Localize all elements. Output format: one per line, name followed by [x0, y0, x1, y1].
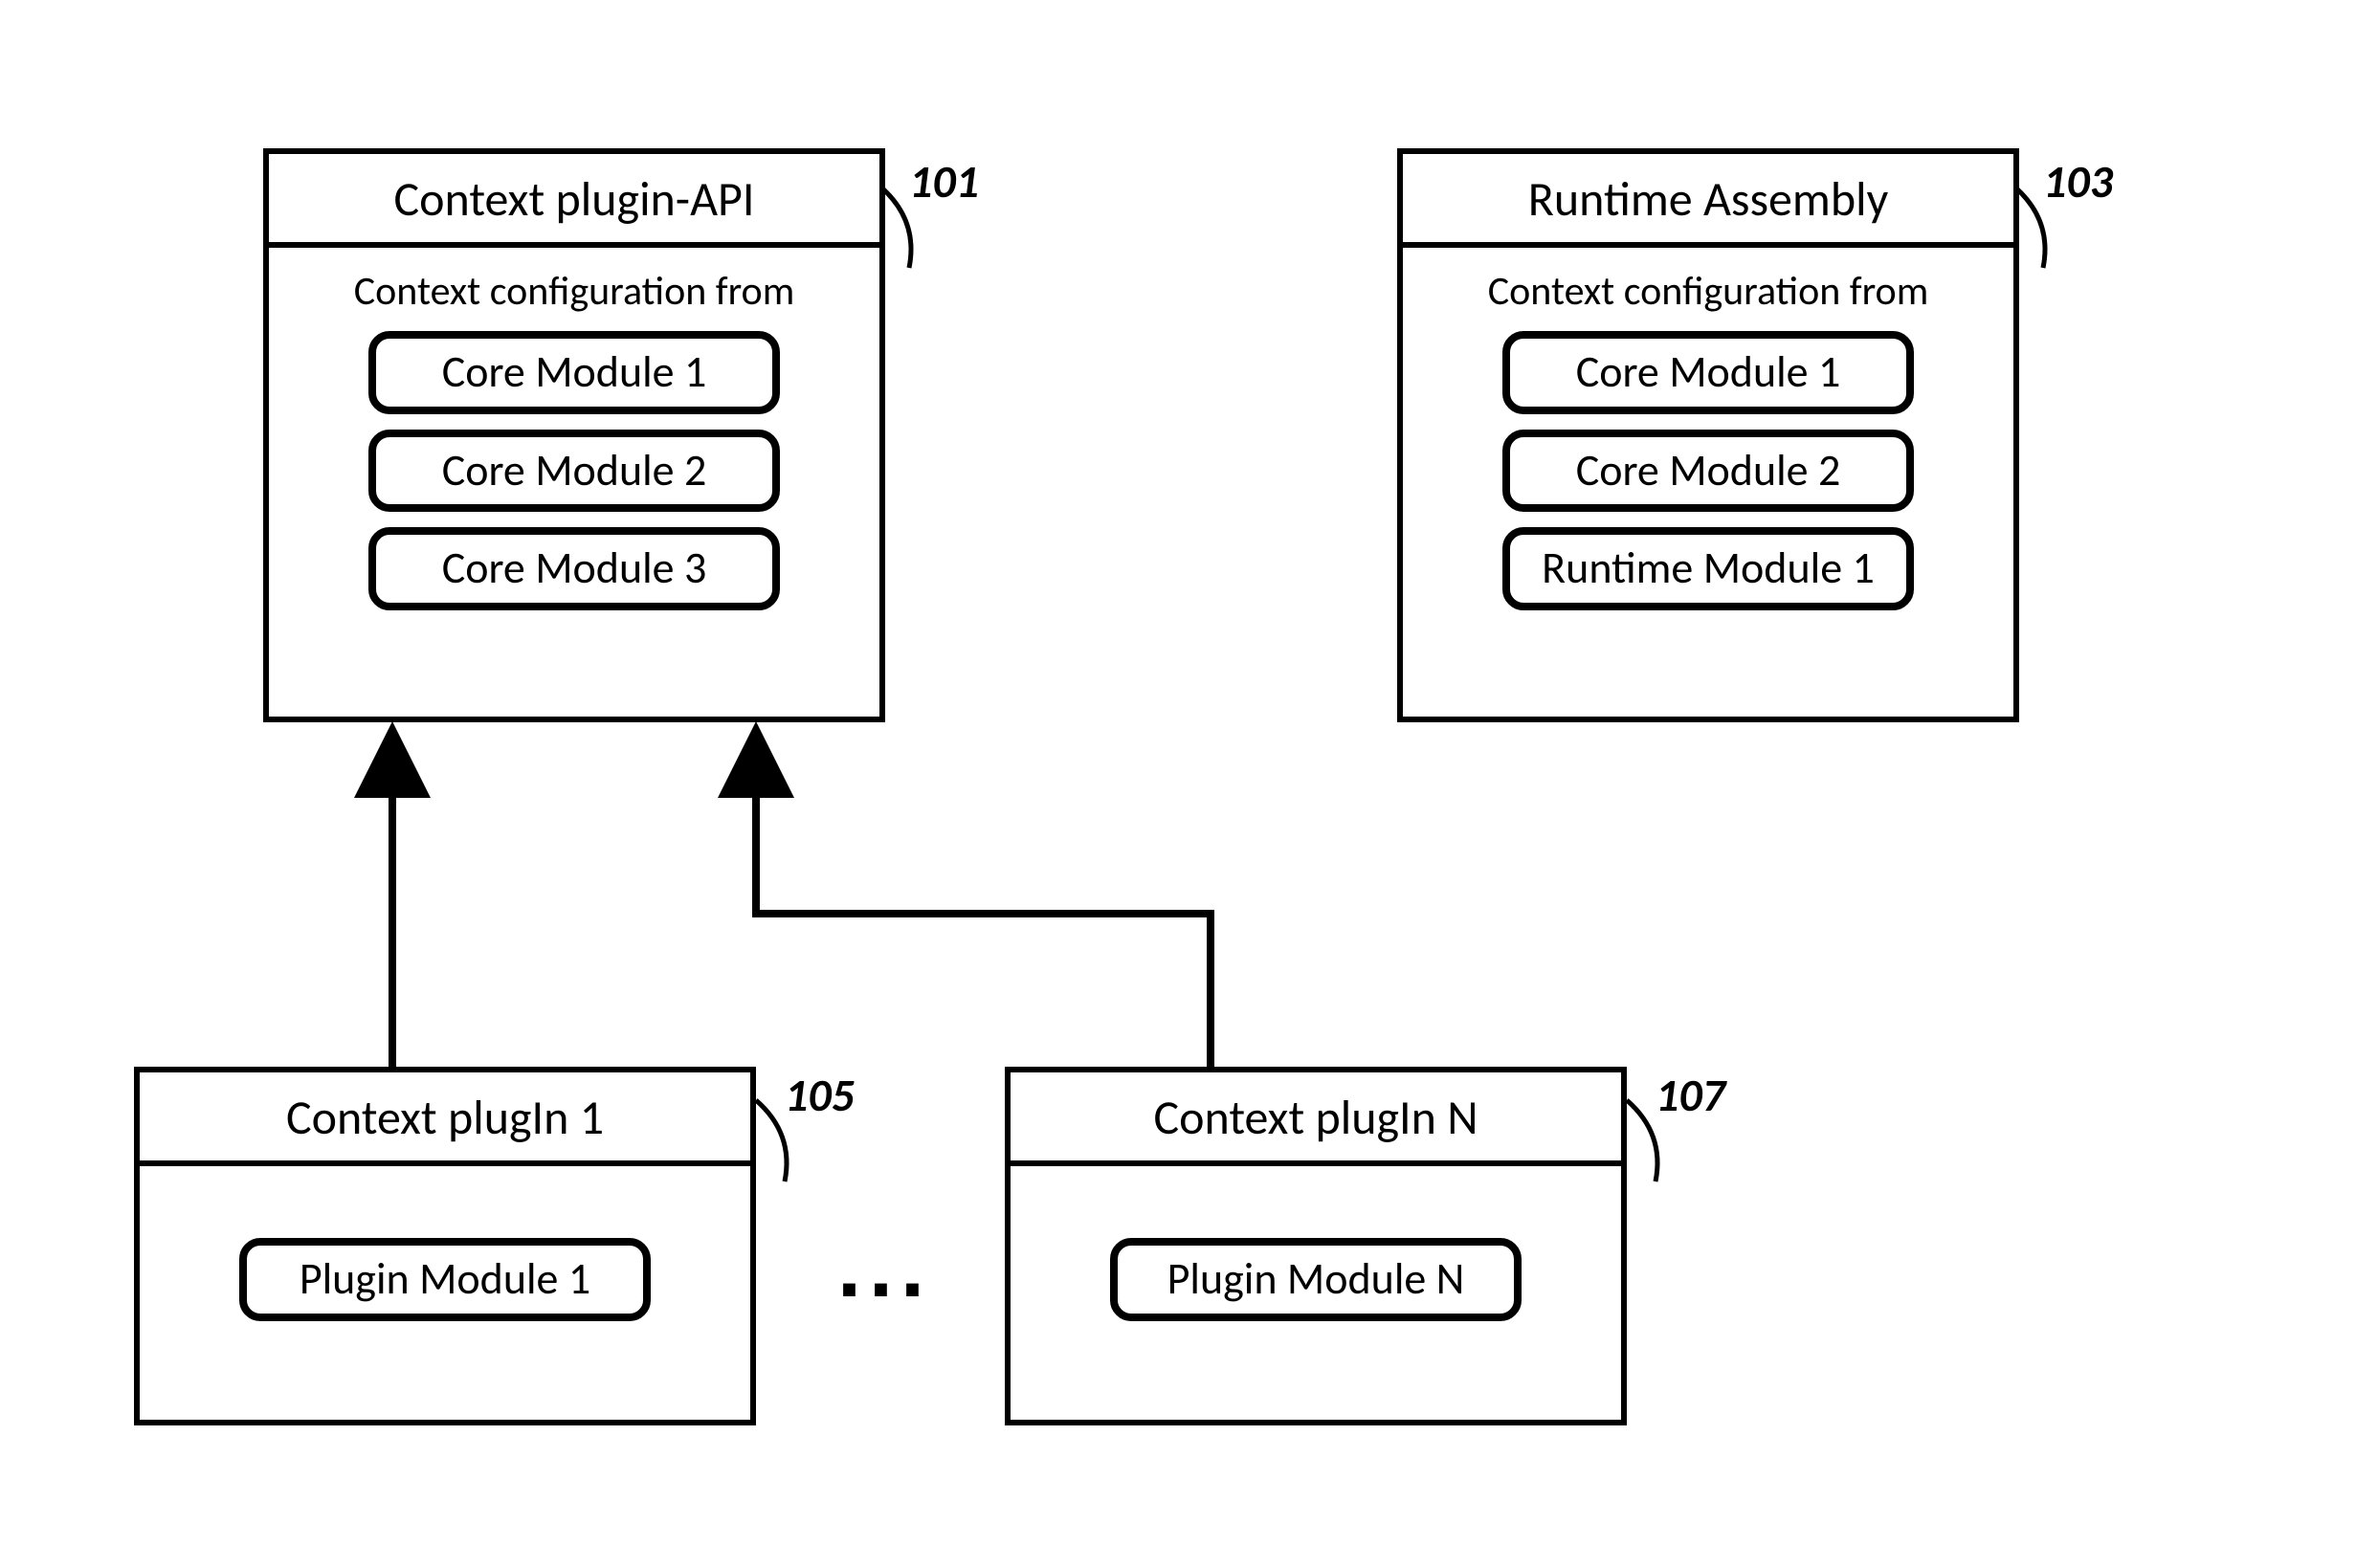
module-core-1: Core Module 1: [368, 331, 780, 414]
module-runtime-1: Runtime Module 1: [1502, 527, 1914, 610]
ref-curve-105: [756, 1100, 787, 1182]
ref-label-103: 103: [2043, 153, 2113, 210]
ref-label-105: 105: [785, 1067, 855, 1123]
module-plugin-n: Plugin Module N: [1110, 1238, 1522, 1321]
box-title: Runtime Assembly: [1403, 154, 2013, 248]
box-subtitle: Context configuration from: [298, 267, 851, 316]
box-context-plugin-api: Context plugin-API Context configuration…: [263, 148, 885, 722]
module-core-3: Core Module 3: [368, 527, 780, 610]
diagram-canvas: Context plugin-API Context configuration…: [0, 0, 2356, 1568]
module-core-2: Core Module 2: [1502, 430, 1914, 513]
module-plugin-1: Plugin Module 1: [239, 1238, 651, 1321]
box-body: Plugin Module 1: [140, 1166, 750, 1350]
arrow-pluginN-to-api: [756, 737, 1211, 1067]
box-title: Context plugIn 1: [140, 1072, 750, 1166]
box-title: Context plugIn N: [1011, 1072, 1621, 1166]
box-body: Context configuration from Core Module 1…: [1403, 248, 2013, 639]
box-runtime-assembly: Runtime Assembly Context configuration f…: [1397, 148, 2019, 722]
box-body: Plugin Module N: [1011, 1166, 1621, 1350]
box-body: Context configuration from Core Module 1…: [269, 248, 879, 639]
box-subtitle: Context configuration from: [1432, 267, 1985, 316]
ref-label-107: 107: [1656, 1067, 1725, 1123]
box-title: Context plugin-API: [269, 154, 879, 248]
ref-label-101: 101: [909, 153, 979, 210]
module-core-1: Core Module 1: [1502, 331, 1914, 414]
ref-curve-107: [1627, 1100, 1657, 1182]
ellipsis-icon: ...: [837, 1225, 932, 1311]
module-core-2: Core Module 2: [368, 430, 780, 513]
box-context-plugin-1: Context plugIn 1 Plugin Module 1: [134, 1067, 756, 1425]
box-context-plugin-n: Context plugIn N Plugin Module N: [1005, 1067, 1627, 1425]
